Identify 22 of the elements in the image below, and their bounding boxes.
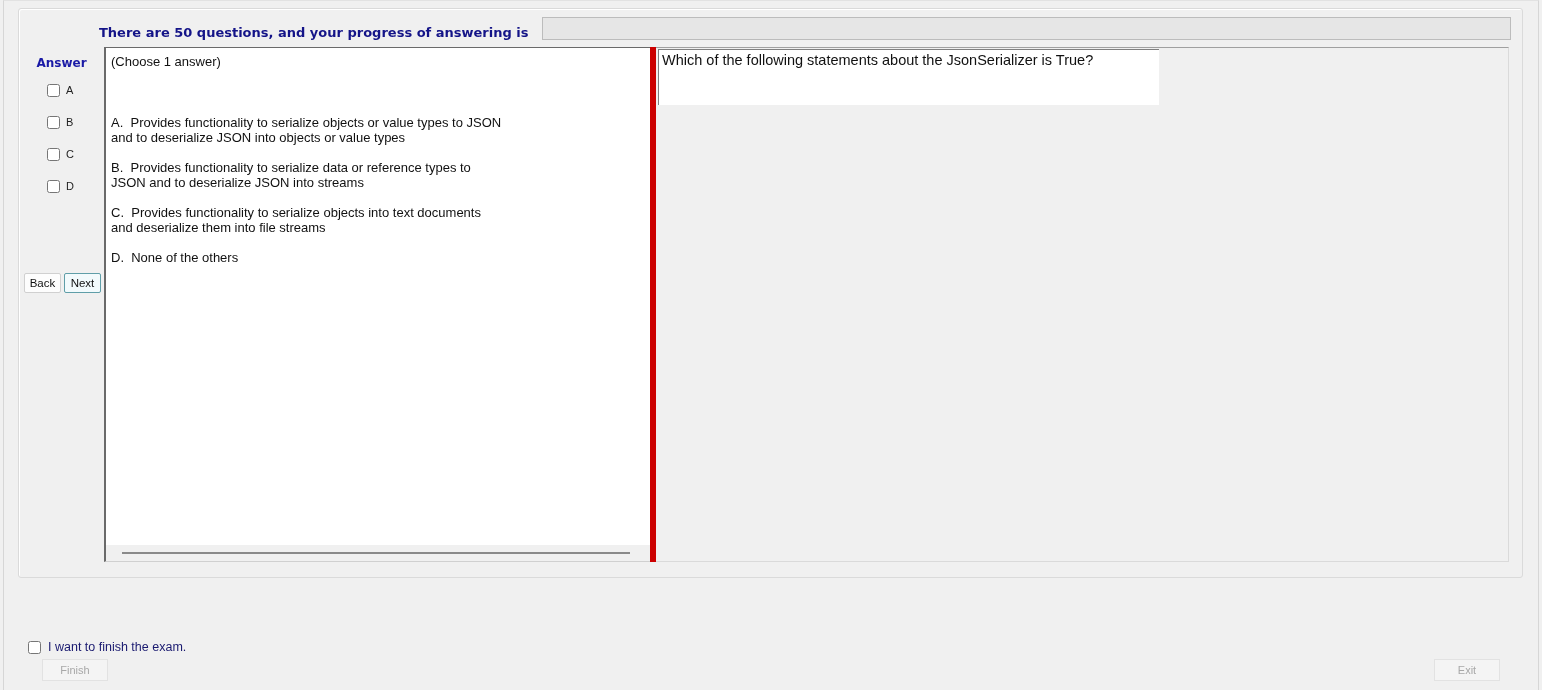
- instruction-text: (Choose 1 answer): [111, 54, 222, 69]
- answer-option-text: B. Provides functionality to serialize data or reference types to JSON and to deserialize JSON into streams: [111, 160, 472, 190]
- answer-option-text: C. Provides functionality to serialize objects into text documents and deserialize them into file streams: [111, 205, 482, 235]
- finish-exam-label: I want to finish the exam.: [48, 640, 187, 654]
- finish-checkbox[interactable]: [28, 640, 41, 654]
- answer-option-text: A. Provides functionality to serialize objects or value types to JSON and to deserialize JSON into objects or value types: [111, 115, 503, 145]
- answer-heading: Answer: [36, 55, 87, 71]
- nav-button[interactable]: Next: [64, 273, 101, 293]
- scrollbar-thumb[interactable]: [122, 552, 630, 554]
- horizontal-scrollbar[interactable]: [106, 545, 650, 561]
- answer-option-label: A: [66, 84, 74, 96]
- answer-option-label: C: [66, 148, 74, 160]
- answer-option-text: D. None of the others: [111, 250, 240, 265]
- answer-checkbox[interactable]: [47, 115, 60, 129]
- answer-checkbox[interactable]: [47, 147, 60, 161]
- answer-checkbox[interactable]: [47, 83, 60, 97]
- question-text-box: Which of the following statements about the JsonSerializer is True?: [658, 49, 1159, 105]
- nav-button[interactable]: Back: [24, 273, 61, 293]
- answer-option-label: D: [66, 180, 74, 192]
- header-text: There are 50 questions, and your progress of answering is: [99, 25, 529, 41]
- answer-option-label: B: [66, 116, 74, 128]
- answer-checkbox[interactable]: [47, 179, 60, 193]
